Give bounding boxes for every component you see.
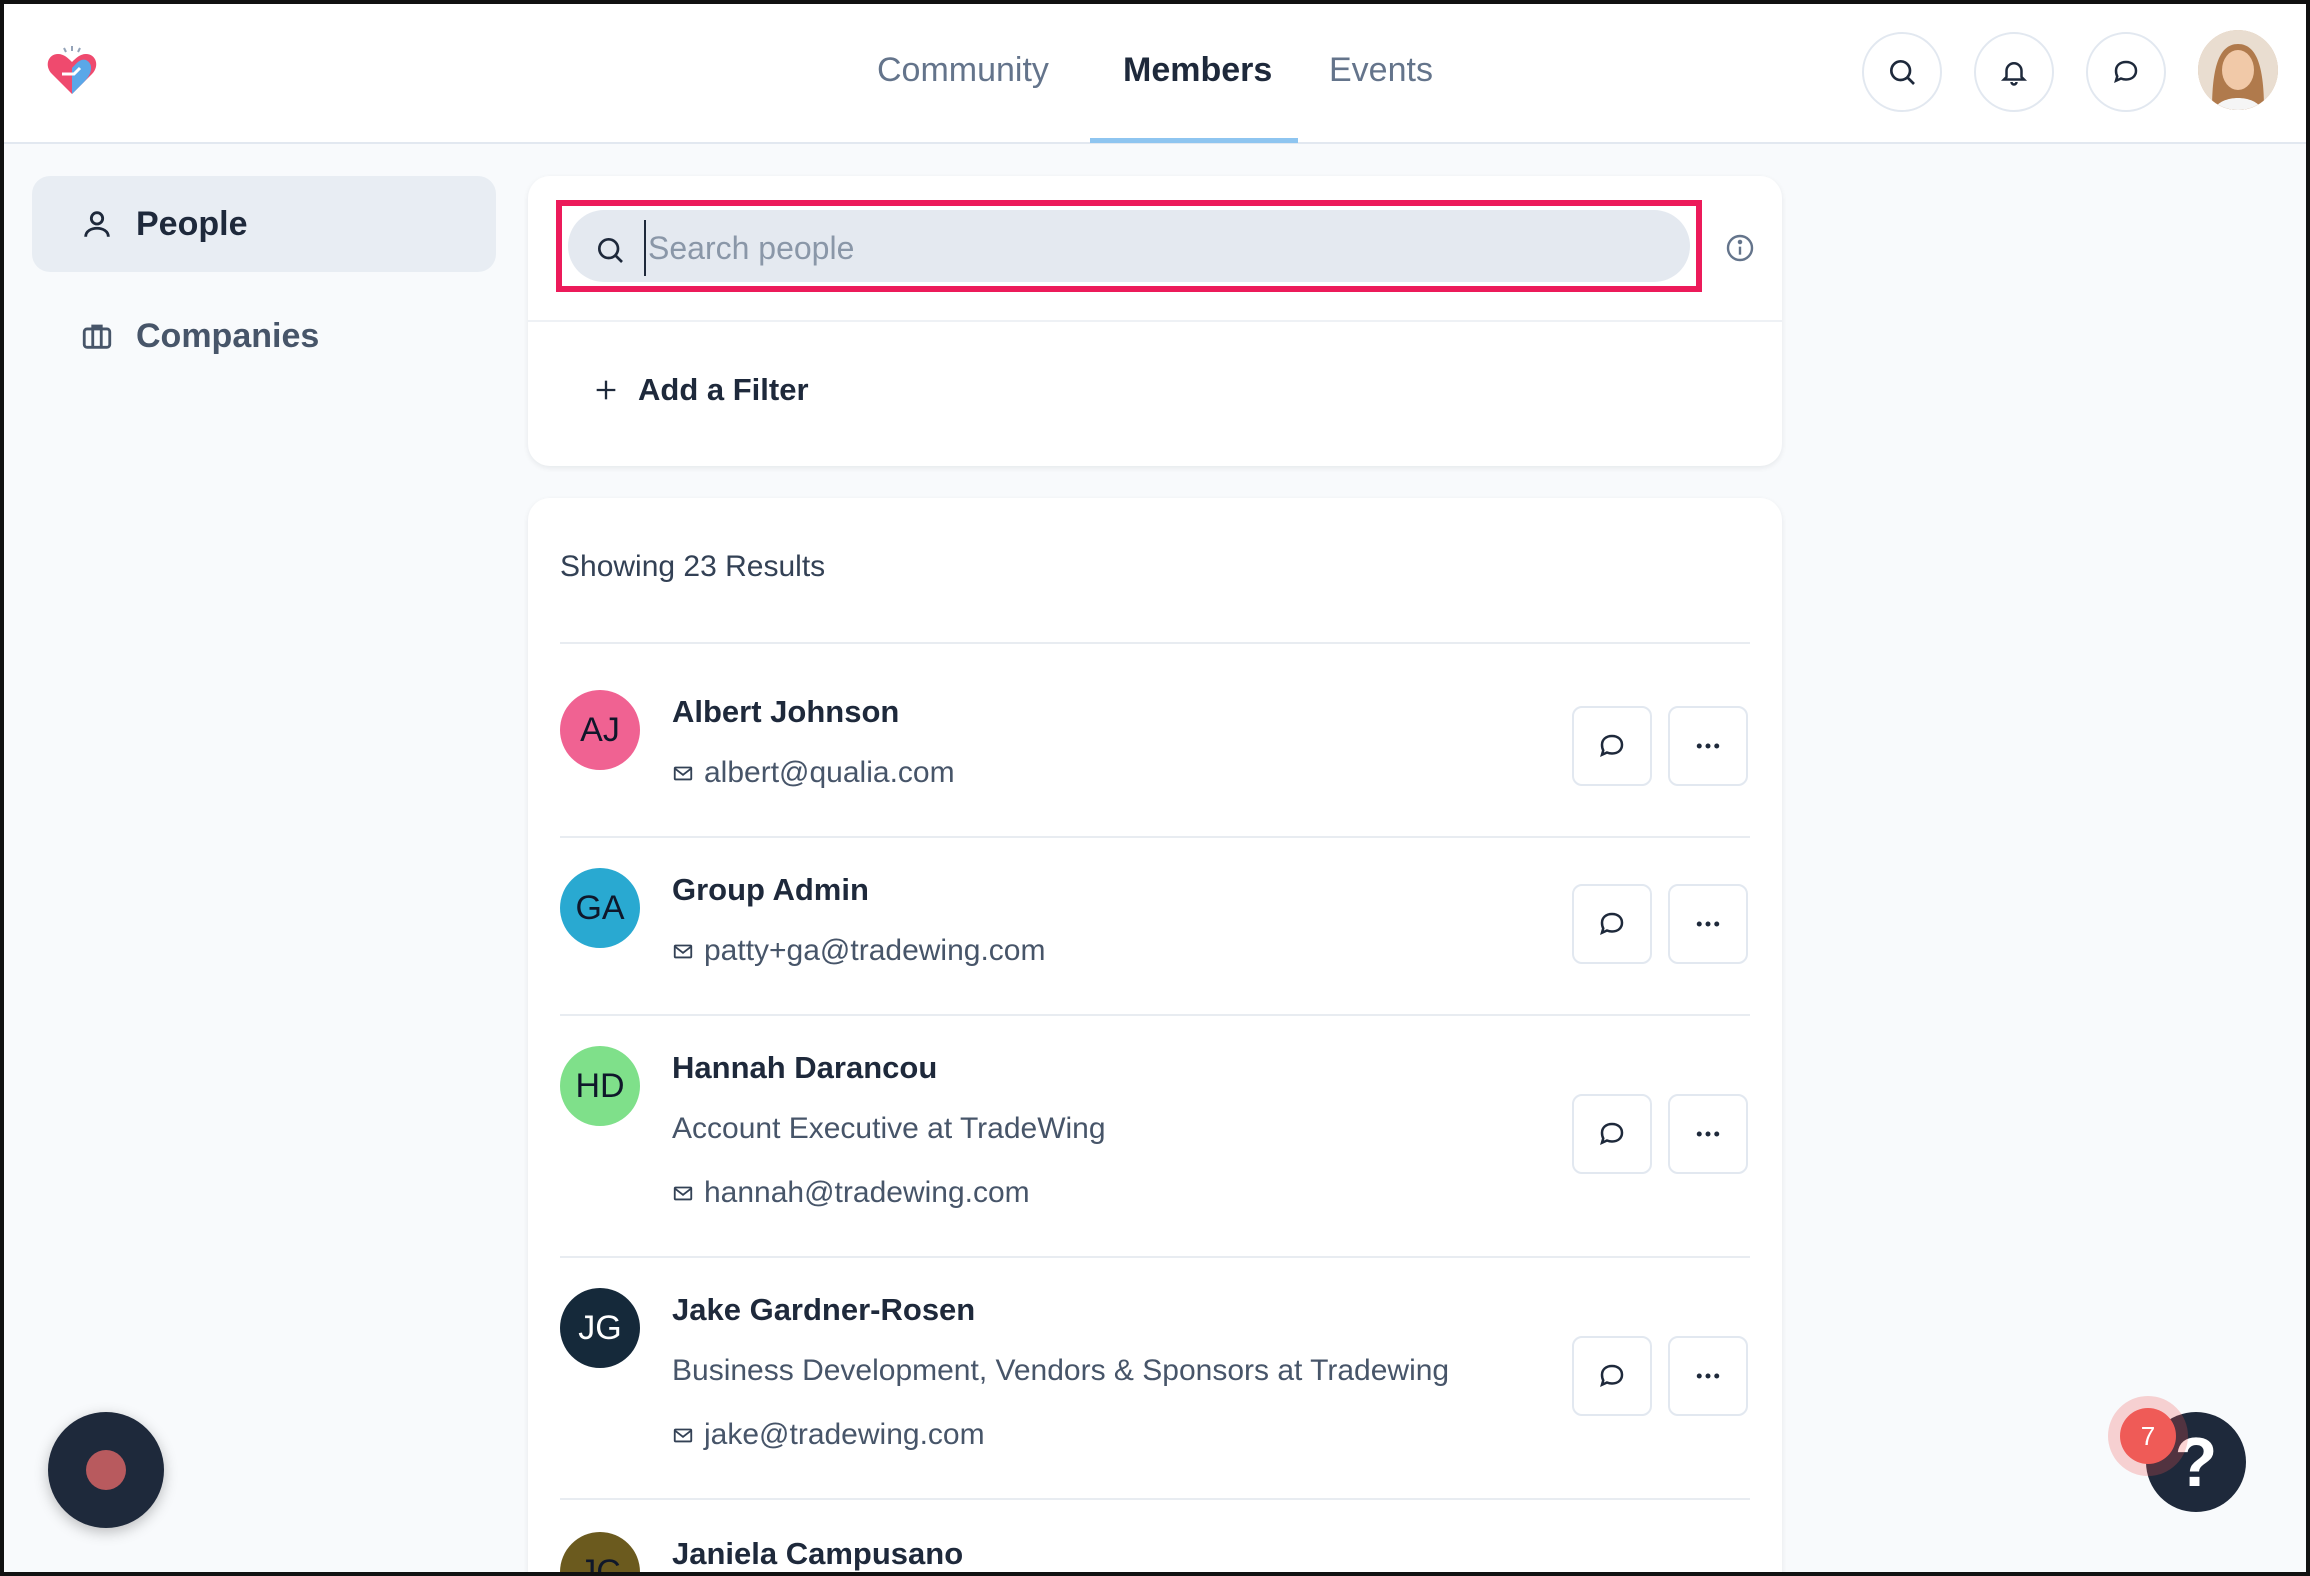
mail-icon	[673, 1186, 693, 1201]
member-email: hannah@tradewing.com	[672, 1176, 1030, 1210]
member-email: patty+ga@tradewing.com	[672, 934, 1045, 968]
more-options-button[interactable]	[1668, 884, 1748, 964]
notifications-button[interactable]	[1974, 32, 2054, 112]
member-avatar[interactable]: GA	[560, 868, 640, 948]
member-email: albert@qualia.com	[672, 756, 955, 790]
message-member-button[interactable]	[1572, 1336, 1652, 1416]
member-email: jake@tradewing.com	[672, 1418, 985, 1452]
briefcase-icon	[82, 324, 112, 349]
member-name[interactable]: Group Admin	[672, 872, 869, 908]
sidebar-item-label: Companies	[136, 316, 320, 355]
member-name[interactable]: Albert Johnson	[672, 694, 899, 730]
mail-icon	[673, 1428, 693, 1443]
tab-events[interactable]: Events	[1329, 44, 1433, 140]
member-row[interactable]: AJ Albert Johnson albert@qualia.com	[560, 690, 1750, 820]
user-avatar[interactable]	[2198, 30, 2278, 110]
global-search-button[interactable]	[1862, 32, 1942, 112]
member-title: Business Development, Vendors & Sponsors…	[672, 1354, 1450, 1387]
message-member-button[interactable]	[1572, 706, 1652, 786]
more-options-button[interactable]	[1668, 1094, 1748, 1174]
divider	[560, 836, 1750, 838]
chat-icon	[1600, 1364, 1624, 1387]
sidebar-item-companies[interactable]: Companies	[32, 288, 496, 384]
tab-members[interactable]: Members	[1123, 44, 1272, 140]
member-avatar[interactable]: JC	[560, 1532, 640, 1576]
chat-icon	[2114, 60, 2138, 83]
more-horizontal-icon	[1696, 921, 1720, 927]
search-highlight	[556, 200, 1702, 292]
member-name[interactable]: Jake Gardner-Rosen	[672, 1292, 975, 1328]
mail-icon	[673, 766, 693, 781]
member-avatar[interactable]: JG	[560, 1288, 640, 1368]
sidebar-item-label: People	[136, 204, 248, 243]
member-row[interactable]: JC Janiela Campusano	[560, 1532, 1750, 1576]
member-title: Account Executive at TradeWing	[672, 1112, 1106, 1145]
more-options-button[interactable]	[1668, 1336, 1748, 1416]
more-horizontal-icon	[1696, 1373, 1720, 1379]
info-icon[interactable]	[1724, 232, 1756, 264]
search-input[interactable]	[644, 220, 1644, 276]
messages-button[interactable]	[2086, 32, 2166, 112]
mail-icon	[673, 944, 693, 959]
member-row[interactable]: HD Hannah Darancou Account Executive at …	[560, 1046, 1750, 1246]
search-icon	[1890, 60, 1915, 85]
results-count: Showing 23 Results	[560, 550, 826, 583]
search-filter-card: Add a Filter	[528, 176, 1782, 466]
divider	[560, 1256, 1750, 1258]
search-icon	[598, 238, 623, 263]
active-tab-indicator	[1090, 138, 1298, 143]
add-filter-button[interactable]: Add a Filter	[592, 372, 809, 408]
bell-icon	[2000, 62, 2028, 86]
message-member-button[interactable]	[1572, 1094, 1652, 1174]
person-icon	[84, 211, 110, 237]
plus-icon	[596, 380, 616, 400]
member-name[interactable]: Hannah Darancou	[672, 1050, 937, 1086]
more-horizontal-icon	[1696, 743, 1720, 749]
member-avatar[interactable]: HD	[560, 1046, 640, 1126]
help-notification-badge: 7	[2120, 1408, 2176, 1464]
member-row[interactable]: JG Jake Gardner-Rosen Business Developme…	[560, 1288, 1750, 1488]
divider	[560, 1498, 1750, 1500]
chat-icon	[1600, 734, 1624, 757]
more-options-button[interactable]	[1668, 706, 1748, 786]
chat-icon	[1600, 912, 1624, 935]
top-navbar: Community Members Events	[0, 0, 2310, 144]
results-card: Showing 23 Results AJ Albert Johnson alb…	[528, 498, 1782, 1576]
search-bar[interactable]	[568, 210, 1690, 282]
record-button[interactable]	[48, 1412, 164, 1528]
divider	[560, 1014, 1750, 1016]
divider	[560, 642, 1750, 644]
message-member-button[interactable]	[1572, 884, 1652, 964]
add-filter-label: Add a Filter	[638, 372, 809, 407]
sidebar-item-people[interactable]: People	[32, 176, 496, 272]
divider	[528, 320, 1782, 322]
app-logo-icon[interactable]	[44, 44, 100, 100]
member-row[interactable]: GA Group Admin patty+ga@tradewing.com	[560, 868, 1750, 998]
more-horizontal-icon	[1696, 1131, 1720, 1137]
record-dot-icon	[86, 1450, 126, 1490]
member-name[interactable]: Janiela Campusano	[672, 1536, 963, 1572]
chat-icon	[1600, 1122, 1624, 1145]
tab-community[interactable]: Community	[877, 44, 1049, 140]
member-avatar[interactable]: AJ	[560, 690, 640, 770]
